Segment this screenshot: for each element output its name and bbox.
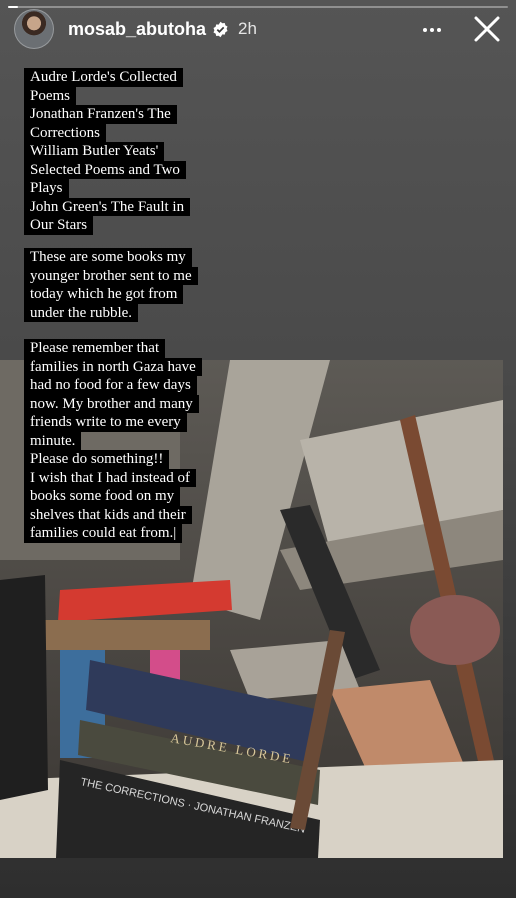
caption-line: friends write to me every bbox=[24, 413, 187, 432]
story-header: mosab_abutoha 2h bbox=[14, 9, 502, 49]
post-time: 2h bbox=[238, 19, 257, 38]
caption-line: Audre Lorde's Collected bbox=[24, 68, 183, 87]
caption-line: families could eat from.| bbox=[24, 524, 183, 543]
caption-intro: These are some books my younger brother s… bbox=[24, 248, 198, 322]
more-options-icon[interactable] bbox=[418, 20, 446, 40]
caption-line: families in north Gaza have bbox=[24, 357, 202, 376]
caption-line: I wish that I had instead of bbox=[24, 468, 196, 487]
caption-line: minute. bbox=[24, 431, 82, 450]
caption-book-list: Audre Lorde's Collected Poems Jonathan Fra… bbox=[24, 68, 191, 235]
story-progress-fill bbox=[8, 6, 18, 8]
caption-line: now. My brother and many bbox=[24, 394, 199, 413]
caption-line: William Butler Yeats' bbox=[24, 142, 165, 161]
caption-line: Jonathan Franzen's The bbox=[24, 105, 177, 124]
caption-line: Selected Poems and Two bbox=[24, 160, 186, 179]
verified-badge-icon bbox=[212, 21, 229, 38]
caption-line: Corrections bbox=[24, 123, 106, 142]
profile-avatar[interactable] bbox=[14, 9, 54, 49]
caption-line: Please remember that bbox=[24, 339, 166, 358]
caption-line: under the rubble. bbox=[24, 303, 139, 322]
caption-line: Please do something!! bbox=[24, 450, 170, 469]
caption-line: had no food for a few days bbox=[24, 376, 197, 395]
story-viewer[interactable]: mosab_abutoha 2h AUDRE LORDE THE CORRECT… bbox=[0, 0, 516, 898]
caption-line: Plays bbox=[24, 179, 69, 198]
caption-line: today which he got from bbox=[24, 285, 184, 304]
close-icon[interactable] bbox=[472, 14, 502, 44]
caption-plea: Please remember that families in north Ga… bbox=[24, 339, 202, 543]
caption-line: books some food on my bbox=[24, 487, 181, 506]
username[interactable]: mosab_abutoha bbox=[68, 19, 206, 40]
caption-line: These are some books my bbox=[24, 248, 192, 267]
caption-line: shelves that kids and their bbox=[24, 505, 192, 524]
caption-line: John Green's The Fault in bbox=[24, 197, 191, 216]
story-progress-bar bbox=[8, 6, 508, 8]
caption-line: younger brother sent to me bbox=[24, 266, 198, 285]
caption-line: Poems bbox=[24, 86, 77, 105]
caption-line: Our Stars bbox=[24, 216, 94, 235]
